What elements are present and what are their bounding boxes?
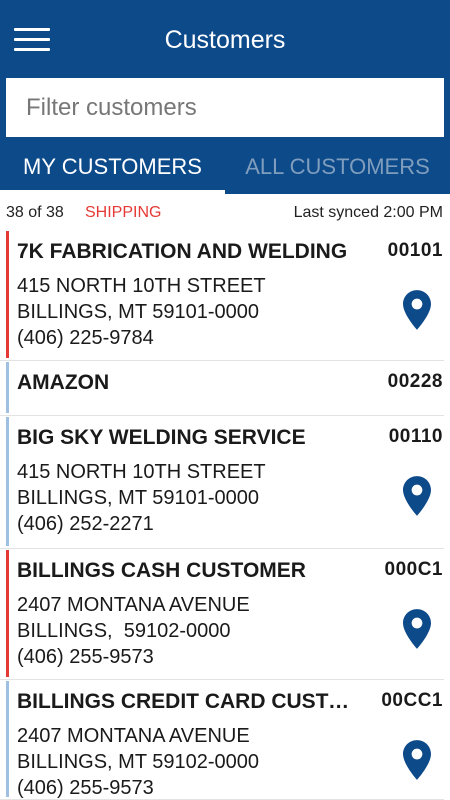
page-title: Customers bbox=[164, 26, 286, 54]
customer-address1: 2407 MONTANA AVENUE bbox=[17, 594, 250, 616]
customer-name: BILLINGS CREDIT CARD CUSTOMER bbox=[17, 690, 359, 713]
customer-status-bar bbox=[6, 417, 9, 546]
customer-name: AMAZON bbox=[17, 371, 110, 394]
customer-count: 38 of 38 bbox=[6, 204, 64, 221]
customer-status-bar bbox=[6, 550, 9, 677]
customer-list-item[interactable]: AMAZON 00228 bbox=[0, 361, 444, 416]
customer-phone: (406) 252-2271 bbox=[17, 513, 154, 535]
customer-phone: (406) 255-9573 bbox=[17, 777, 154, 799]
customer-list: 7K FABRICATION AND WELDING 00101 415 NORTH… bbox=[0, 230, 450, 800]
map-pin-icon[interactable] bbox=[403, 740, 431, 780]
customer-status-bar bbox=[6, 681, 9, 797]
customer-address: 2407 MONTANA AVENUE BILLINGS, 59102-0000 (… bbox=[17, 592, 250, 670]
map-pin-icon[interactable] bbox=[403, 290, 431, 330]
customer-list-item[interactable]: 7K FABRICATION AND WELDING 00101 415 NORTH… bbox=[0, 230, 444, 361]
customer-address1: 415 NORTH 10TH STREET bbox=[17, 461, 266, 483]
customer-address2: BILLINGS, MT 59101-0000 bbox=[17, 301, 259, 323]
customer-code: 000C1 bbox=[384, 559, 443, 580]
customer-address1: 2407 MONTANA AVENUE bbox=[17, 725, 250, 747]
customer-list-item[interactable]: BILLINGS CASH CUSTOMER 000C1 2407 MONTANA … bbox=[0, 549, 444, 680]
customer-status-bar bbox=[6, 362, 9, 413]
customer-name: BIG SKY WELDING SERVICE bbox=[17, 426, 306, 449]
customer-address1: 415 NORTH 10TH STREET bbox=[17, 275, 266, 297]
customer-name: 7K FABRICATION AND WELDING bbox=[17, 240, 348, 263]
map-pin-icon[interactable] bbox=[403, 476, 431, 516]
customer-code: 00228 bbox=[387, 371, 443, 392]
customer-address2: BILLINGS, MT 59102-0000 bbox=[17, 751, 259, 773]
shipping-filter-label[interactable]: SHIPPING bbox=[85, 204, 161, 222]
customer-code: 00101 bbox=[387, 240, 443, 261]
customer-list-item[interactable]: BIG SKY WELDING SERVICE 00110 415 NORTH 10… bbox=[0, 416, 444, 549]
customer-list-item[interactable]: BILLINGS CREDIT CARD CUSTOMER 00CC1 2407 M… bbox=[0, 680, 444, 800]
map-pin-icon[interactable] bbox=[403, 609, 431, 649]
customer-phone: (406) 255-9573 bbox=[17, 646, 154, 668]
customer-address: 415 NORTH 10TH STREET BILLINGS, MT 59101-… bbox=[17, 459, 266, 537]
customer-phone: (406) 225-9784 bbox=[17, 327, 154, 349]
status-bar: 38 of 38 SHIPPING Last synced 2:00 PM bbox=[0, 194, 450, 230]
customer-status-bar bbox=[6, 231, 9, 358]
customer-code: 00CC1 bbox=[381, 690, 443, 711]
customer-address2: BILLINGS, 59102-0000 bbox=[17, 620, 231, 642]
app-bar: Customers MY CUSTOMERS ALL CUSTOMERS bbox=[0, 0, 450, 194]
customer-address2: BILLINGS, MT 59101-0000 bbox=[17, 487, 259, 509]
customer-address: 2407 MONTANA AVENUE BILLINGS, MT 59102-00… bbox=[17, 723, 259, 800]
last-synced-label: Last synced 2:00 PM bbox=[293, 204, 443, 221]
tab-all-customers[interactable]: ALL CUSTOMERS bbox=[225, 145, 450, 194]
customer-name: BILLINGS CASH CUSTOMER bbox=[17, 559, 306, 582]
filter-customers-input[interactable] bbox=[6, 78, 444, 137]
customer-code: 00110 bbox=[388, 426, 443, 447]
tab-my-customers[interactable]: MY CUSTOMERS bbox=[0, 145, 225, 194]
customer-address: 415 NORTH 10TH STREET BILLINGS, MT 59101-… bbox=[17, 273, 266, 351]
